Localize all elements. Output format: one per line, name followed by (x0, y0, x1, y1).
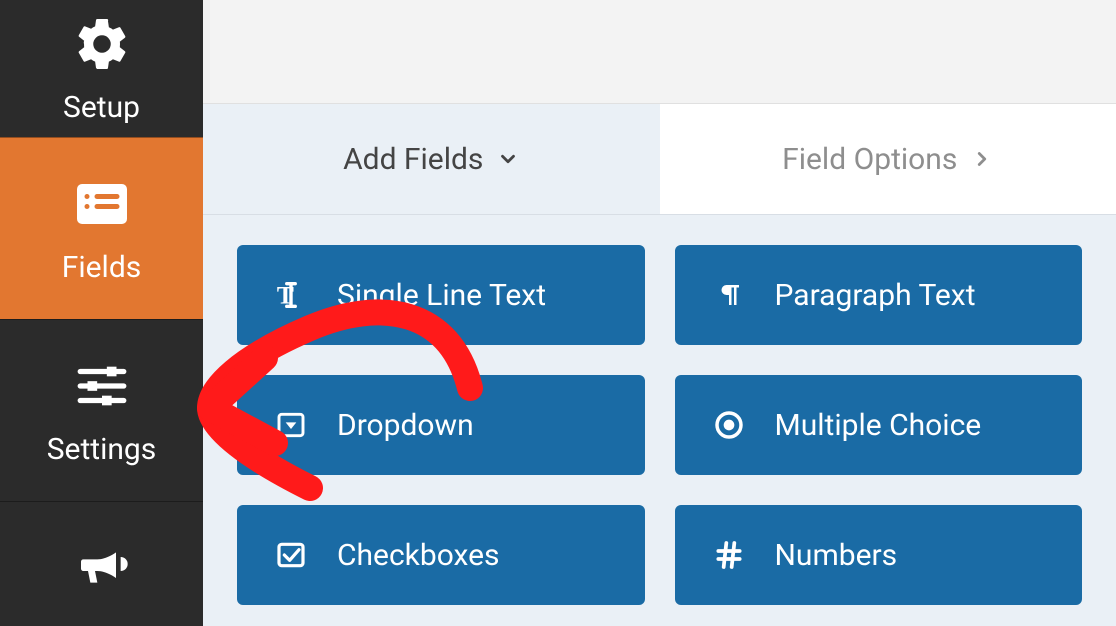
sidebar-item-setup[interactable]: Setup (0, 0, 203, 137)
svg-text:T: T (277, 281, 294, 310)
field-checkboxes[interactable]: Checkboxes (237, 505, 645, 605)
field-label: Multiple Choice (775, 408, 982, 443)
field-label: Single Line Text (337, 278, 546, 313)
dropdown-icon (273, 407, 309, 443)
top-bar (203, 0, 1116, 104)
main-area: Add Fields Field Options T Single Line T… (203, 0, 1116, 626)
field-grid: T Single Line Text Paragraph Text Dropdo… (237, 245, 1082, 605)
chevron-right-icon (971, 148, 993, 170)
field-multiple-choice[interactable]: Multiple Choice (675, 375, 1083, 475)
field-label: Numbers (775, 538, 898, 573)
sliders-icon (70, 354, 134, 418)
field-label: Dropdown (337, 408, 474, 443)
text-cursor-icon: T (273, 277, 309, 313)
megaphone-icon (70, 532, 134, 596)
sidebar: Setup Fields Settings (0, 0, 203, 626)
tab-label: Field Options (782, 142, 957, 177)
sidebar-item-label: Setup (63, 90, 140, 125)
field-single-line-text[interactable]: T Single Line Text (237, 245, 645, 345)
field-paragraph-text[interactable]: Paragraph Text (675, 245, 1083, 345)
field-numbers[interactable]: Numbers (675, 505, 1083, 605)
form-icon (70, 172, 134, 236)
sidebar-item-label: Settings (47, 432, 157, 467)
tab-bar: Add Fields Field Options (203, 104, 1116, 215)
gear-icon (70, 12, 134, 76)
tab-label: Add Fields (343, 142, 483, 177)
pilcrow-icon (711, 277, 747, 313)
radio-icon (711, 407, 747, 443)
fields-panel: T Single Line Text Paragraph Text Dropdo… (203, 215, 1116, 626)
field-label: Paragraph Text (775, 278, 976, 313)
hash-icon (711, 537, 747, 573)
sidebar-item-marketing[interactable] (0, 501, 203, 626)
checkbox-icon (273, 537, 309, 573)
sidebar-item-label: Fields (62, 250, 141, 285)
sidebar-item-settings[interactable]: Settings (0, 319, 203, 501)
app-root: Setup Fields Settings Add Fields (0, 0, 1116, 626)
tab-field-options[interactable]: Field Options (660, 104, 1116, 214)
field-dropdown[interactable]: Dropdown (237, 375, 645, 475)
sidebar-item-fields[interactable]: Fields (0, 137, 203, 319)
tab-add-fields[interactable]: Add Fields (203, 104, 660, 214)
field-label: Checkboxes (337, 538, 500, 573)
chevron-down-icon (497, 148, 519, 170)
